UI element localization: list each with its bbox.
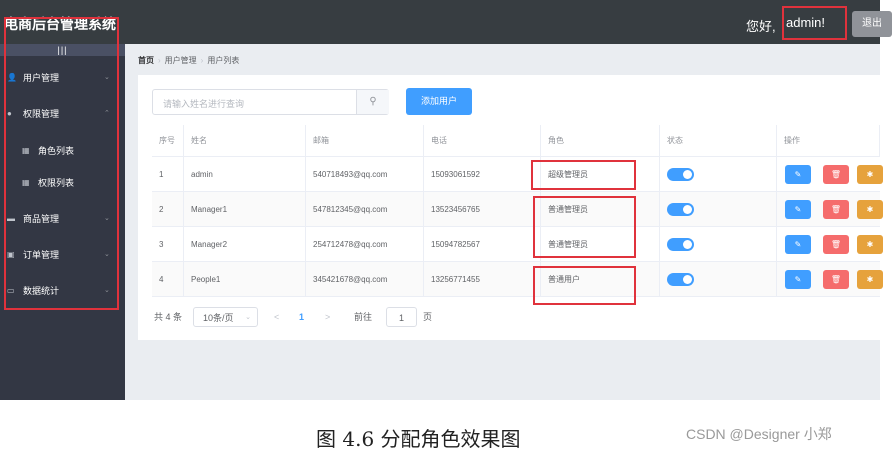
breadcrumb-item: 用户管理 — [164, 56, 197, 65]
delete-icon[interactable]: 🗑 — [823, 165, 849, 184]
cell-actions: ✎ 🗑 ✱ — [777, 262, 883, 296]
status-toggle[interactable] — [667, 272, 694, 286]
edit-icon[interactable]: ✎ — [785, 235, 811, 254]
status-toggle[interactable] — [667, 167, 694, 181]
toggle-knob — [683, 169, 692, 179]
sidebar-highlight-box — [4, 17, 119, 310]
page-number-current[interactable]: 1 — [299, 307, 304, 327]
setting-icon[interactable]: ✱ — [857, 270, 883, 289]
cell-email: 540718493@qq.com — [306, 157, 424, 191]
cell-phone: 13523456765 — [424, 192, 541, 226]
delete-icon[interactable]: 🗑 — [823, 270, 849, 289]
cell-index: 4 — [152, 262, 184, 296]
figure-caption: 图 4.6 分配角色效果图 — [316, 427, 521, 451]
table-row: 2 Manager1 547812345@qq.com 13523456765 普通管理… — [152, 192, 883, 227]
logout-button[interactable]: 退出 — [852, 11, 892, 37]
cell-status — [660, 227, 777, 261]
role-highlight-box — [533, 266, 636, 305]
setting-icon[interactable]: ✱ — [857, 165, 883, 184]
status-toggle[interactable] — [667, 237, 694, 251]
cell-actions: ✎ 🗑 ✱ — [777, 157, 883, 191]
goto-page-input[interactable]: 1 — [386, 307, 417, 327]
cell-actions: ✎ 🗑 ✱ — [777, 192, 883, 226]
column-header: 角色 — [541, 125, 660, 156]
toggle-knob — [683, 274, 692, 284]
cell-name: admin — [184, 157, 306, 191]
toggle-knob — [683, 239, 692, 249]
user-list-card: 请输入姓名进行查询 ⚲ 添加用户 序号 姓名 邮箱 电话 角色 状态 操作 1 admin 54… — [138, 75, 883, 340]
edit-icon[interactable]: ✎ — [785, 165, 811, 184]
setting-icon[interactable]: ✱ — [857, 200, 883, 219]
cell-name: Manager1 — [184, 192, 306, 226]
toggle-knob — [683, 204, 692, 214]
column-header: 邮箱 — [306, 125, 424, 156]
breadcrumb-item: 用户列表 — [207, 56, 240, 65]
cell-index: 2 — [152, 192, 184, 226]
column-header: 电话 — [424, 125, 541, 156]
prev-page-button[interactable]: < — [274, 307, 279, 327]
setting-icon[interactable]: ✱ — [857, 235, 883, 254]
breadcrumb-home[interactable]: 首页 — [138, 56, 154, 65]
cell-name: People1 — [184, 262, 306, 296]
delete-icon[interactable]: 🗑 — [823, 200, 849, 219]
greeting-text: 您好, — [746, 19, 776, 34]
cell-index: 3 — [152, 227, 184, 261]
cell-name: Manager2 — [184, 227, 306, 261]
cell-actions: ✎ 🗑 ✱ — [777, 227, 883, 261]
goto-suffix: 页 — [423, 312, 433, 322]
cell-email: 547812345@qq.com — [306, 192, 424, 226]
column-header: 序号 — [152, 125, 184, 156]
csdn-watermark: CSDN @Designer 小郑 — [686, 426, 832, 442]
next-page-button[interactable]: > — [325, 307, 330, 327]
search-placeholder: 请输入姓名进行查询 — [163, 99, 245, 109]
cell-phone: 15093061592 — [424, 157, 541, 191]
username-label: admin! — [782, 6, 847, 40]
edit-icon[interactable]: ✎ — [785, 270, 811, 289]
cell-status — [660, 157, 777, 191]
role-highlight-box — [533, 196, 636, 258]
cell-email: 345421678@qq.com — [306, 262, 424, 296]
add-user-button[interactable]: 添加用户 — [406, 88, 472, 115]
cell-status — [660, 262, 777, 296]
pagination-total: 共 4 条 — [154, 312, 183, 322]
cell-status — [660, 192, 777, 226]
goto-label: 前往 — [354, 312, 373, 322]
column-header: 状态 — [660, 125, 777, 156]
breadcrumb: 首页 › 用户管理 › 用户列表 — [138, 56, 240, 65]
cell-phone: 15094782567 — [424, 227, 541, 261]
top-header: 电商后台管理系统 您好, admin! 退出 — [0, 0, 892, 44]
search-input[interactable]: 请输入姓名进行查询 ⚲ — [152, 89, 389, 115]
admin-app: 电商后台管理系统 您好, admin! 退出 ||| 👤 用户管理 ⌄ ● 权限管理 ⌃ ▦… — [0, 0, 892, 400]
page-size-select[interactable]: 10条/页 ⌄ — [193, 307, 258, 327]
table-header: 序号 姓名 邮箱 电话 角色 状态 操作 — [152, 125, 880, 157]
role-highlight-box — [531, 160, 636, 190]
column-header: 姓名 — [184, 125, 306, 156]
column-header: 操作 — [777, 125, 880, 156]
status-toggle[interactable] — [667, 202, 694, 216]
table-row: 3 Manager2 254712478@qq.com 15094782567 普通管理… — [152, 227, 883, 262]
table-row: 4 People1 345421678@qq.com 13256771455 普通用户 ✎… — [152, 262, 883, 297]
edit-icon[interactable]: ✎ — [785, 200, 811, 219]
cell-email: 254712478@qq.com — [306, 227, 424, 261]
search-icon[interactable]: ⚲ — [356, 90, 389, 114]
delete-icon[interactable]: 🗑 — [823, 235, 849, 254]
cell-phone: 13256771455 — [424, 262, 541, 296]
table-row: 1 admin 540718493@qq.com 15093061592 超级管理员 ✎ 🗑… — [152, 157, 883, 192]
chevron-down-icon: ⌄ — [245, 314, 251, 321]
cell-index: 1 — [152, 157, 184, 191]
